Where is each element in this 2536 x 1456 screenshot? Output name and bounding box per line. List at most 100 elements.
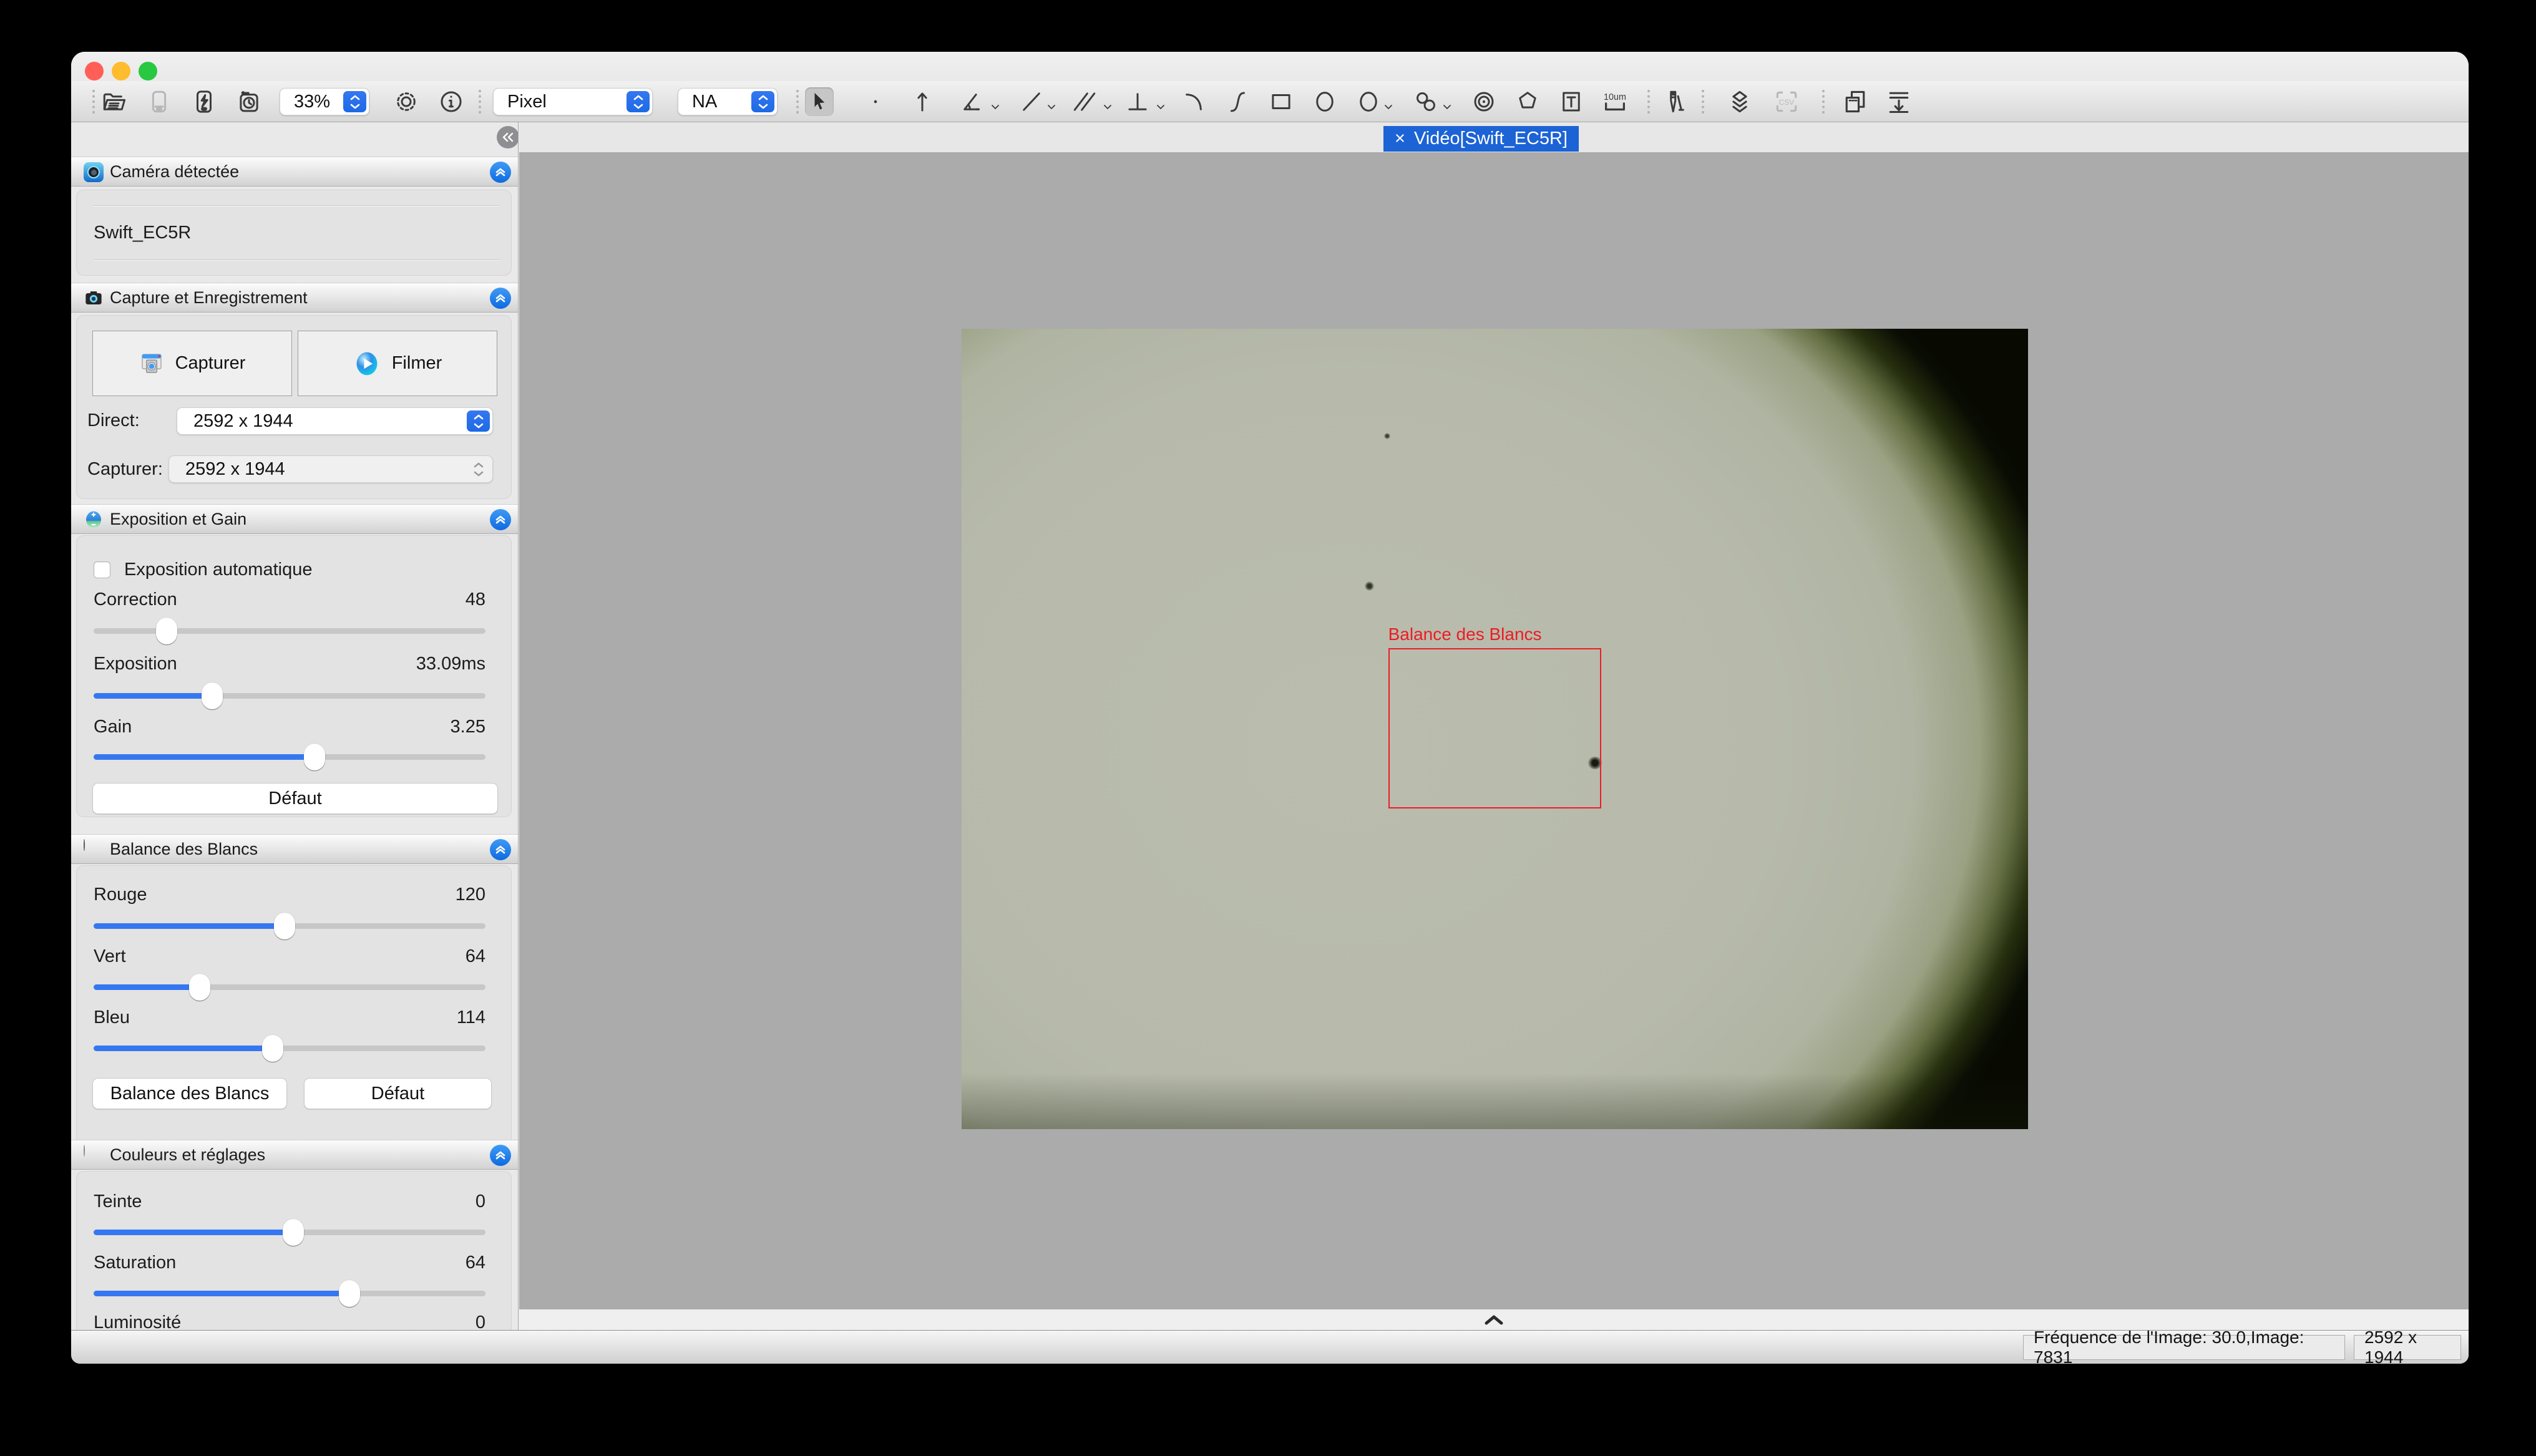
camera-flash-icon[interactable] [190, 87, 218, 116]
gear-icon[interactable] [392, 87, 421, 116]
ellipse-tool-icon[interactable] [1310, 87, 1339, 116]
csv-export-icon[interactable]: CSV [1772, 87, 1801, 116]
dust-speck [1365, 581, 1374, 591]
video-frame[interactable]: Balance des Blancs [962, 329, 2028, 1129]
gain-slider[interactable] [94, 743, 485, 770]
section-title: Exposition et Gain [110, 510, 246, 529]
stepper-icon [751, 91, 774, 112]
record-button[interactable]: Filmer [298, 331, 497, 396]
direct-resolution-value: 2592 x 1944 [193, 411, 293, 432]
exposure-default-button[interactable]: Défaut [92, 783, 498, 814]
stepper-icon [467, 459, 490, 480]
curve-tool-icon[interactable] [1223, 87, 1252, 116]
point-tool-icon[interactable] [861, 87, 890, 116]
slider-thumb[interactable] [156, 618, 177, 644]
red-slider[interactable] [94, 912, 485, 939]
title-bar[interactable] [71, 52, 2469, 81]
blue-slider[interactable] [94, 1034, 485, 1062]
chevron-down-icon[interactable] [1442, 102, 1452, 111]
capturer-resolution-select[interactable]: 2592 x 1944 [168, 455, 493, 483]
slider-thumb[interactable] [283, 1219, 304, 1246]
slider-thumb[interactable] [274, 913, 295, 939]
hue-slider[interactable] [94, 1218, 485, 1246]
cursor-icon[interactable] [805, 87, 834, 116]
slider-label-row: Teinte0 [94, 1191, 485, 1212]
close-window-button[interactable] [85, 62, 104, 80]
na-select[interactable]: NA [678, 88, 778, 115]
chevron-down-icon[interactable] [1103, 102, 1113, 111]
rectangle-tool-icon[interactable] [1267, 87, 1295, 116]
divider [94, 260, 499, 261]
slider-thumb[interactable] [189, 974, 210, 1001]
slider-thumb[interactable] [304, 744, 325, 770]
camera-name: Swift_EC5R [94, 223, 191, 243]
collapse-section-icon[interactable] [490, 288, 511, 309]
concentric-circles-tool-icon[interactable] [1470, 87, 1498, 116]
open-folder-icon[interactable] [100, 87, 129, 116]
chevron-down-icon[interactable] [1046, 102, 1056, 111]
scalebar-tool-icon[interactable]: 10um [1601, 87, 1629, 116]
section-header-white-balance[interactable]: Balance des Blancs [71, 834, 519, 864]
white-balance-button[interactable]: Balance des Blancs [92, 1078, 287, 1109]
close-tab-icon[interactable]: × [1395, 129, 1405, 149]
camera-name-row[interactable]: Swift_EC5R [94, 222, 485, 243]
arc-tool-icon[interactable] [1179, 87, 1208, 116]
capture-button[interactable]: Capturer [92, 331, 292, 396]
minimize-window-button[interactable] [112, 62, 130, 80]
divider [94, 205, 499, 206]
auto-exposure-label: Exposition automatique [124, 560, 312, 580]
line-tool-icon[interactable] [1017, 87, 1046, 116]
slider-thumb[interactable] [202, 682, 223, 709]
arrow-tool-icon[interactable] [908, 87, 937, 116]
slider-label-row: Saturation64 [94, 1252, 485, 1273]
polygon-tool-icon[interactable] [1513, 87, 1542, 116]
white-balance-roi-box[interactable] [1388, 648, 1602, 808]
correction-slider[interactable] [94, 617, 485, 644]
zoom-window-button[interactable] [139, 62, 157, 80]
capture-button-label: Capturer [175, 353, 246, 374]
save-device-icon[interactable] [145, 87, 173, 116]
camera-timer-icon[interactable] [235, 87, 263, 116]
auto-exposure-row: Exposition automatique [94, 559, 485, 580]
unit-select[interactable]: Pixel [493, 88, 653, 115]
section-header-exposure[interactable]: Exposition et Gain [71, 504, 519, 534]
stepper-icon [467, 410, 490, 432]
slider-thumb[interactable] [339, 1280, 360, 1307]
chevron-down-icon[interactable] [1156, 102, 1166, 111]
white-balance-default-button[interactable]: Défaut [304, 1078, 492, 1109]
collapse-section-icon[interactable] [490, 509, 511, 530]
tab-video[interactable]: × Vidéo[Swift_EC5R] [1383, 126, 1579, 152]
zoom-level-select[interactable]: 33% [280, 88, 369, 115]
play-orb-icon [353, 350, 381, 377]
circle-tool-icon[interactable] [1354, 87, 1383, 116]
chevron-down-icon[interactable] [990, 102, 1000, 111]
section-header-color-adjust[interactable]: Couleurs et réglages [71, 1140, 519, 1170]
chevron-down-icon[interactable] [1383, 102, 1393, 111]
saturation-slider[interactable] [94, 1279, 485, 1307]
collapse-section-icon[interactable] [490, 1145, 511, 1166]
copy-icon[interactable] [1841, 87, 1870, 116]
section-header-camera[interactable]: Caméra détectée [71, 157, 519, 187]
collapse-section-icon[interactable] [490, 839, 511, 860]
status-bar: Fréquence de l'Image: 30.0,Image: 7831 2… [71, 1330, 2469, 1364]
collapse-section-icon[interactable] [490, 162, 511, 183]
export-icon[interactable] [1885, 87, 1913, 116]
green-slider[interactable] [94, 973, 485, 1001]
caliper-icon[interactable] [1660, 87, 1689, 116]
exposure-slider[interactable] [94, 682, 485, 709]
text-tool-icon[interactable] [1557, 87, 1586, 116]
linked-circles-tool-icon[interactable] [1412, 87, 1440, 116]
auto-exposure-checkbox[interactable] [94, 561, 110, 578]
info-icon[interactable] [437, 87, 466, 116]
perpendicular-tool-icon[interactable] [1123, 87, 1152, 116]
angle-tool-icon[interactable] [958, 87, 987, 116]
slider-thumb[interactable] [262, 1035, 283, 1062]
direct-resolution-select[interactable]: 2592 x 1944 [177, 407, 493, 435]
section-header-capture[interactable]: Capture et Enregistrement [71, 283, 519, 313]
collapse-sidebar-button[interactable] [497, 126, 519, 148]
parallel-tool-icon[interactable] [1070, 87, 1099, 116]
main-area: × Vidéo[Swift_EC5R] Balance des Blancs [519, 122, 2469, 1330]
layers-icon[interactable] [1725, 87, 1754, 116]
slider-track[interactable] [94, 628, 485, 634]
chevron-up-icon[interactable] [1483, 1314, 1505, 1326]
